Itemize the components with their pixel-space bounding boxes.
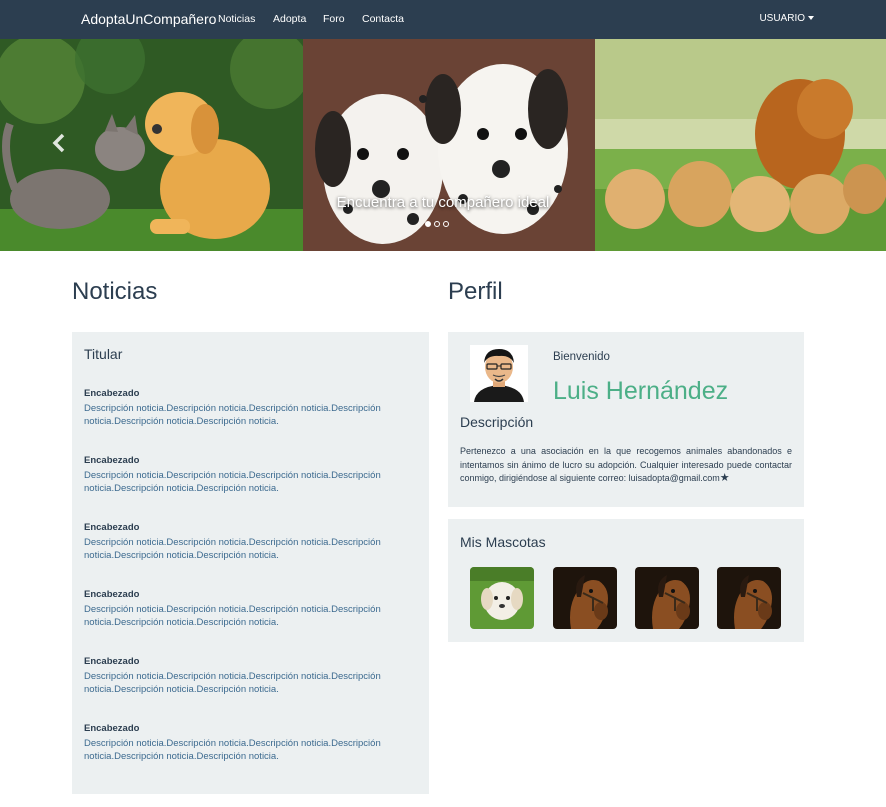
news-item-heading: Encabezado xyxy=(84,589,140,600)
navbar: AdoptaUnCompañero Noticias Adopta Foro C… xyxy=(0,0,886,39)
news-item-description[interactable]: Descripción noticia.Descripción noticia.… xyxy=(84,469,404,495)
chevron-left-icon xyxy=(52,133,65,153)
news-item-description[interactable]: Descripción noticia.Descripción noticia.… xyxy=(84,670,404,696)
horse-image xyxy=(717,567,781,629)
carousel-indicator-1[interactable] xyxy=(425,221,431,227)
nav-link-adopta[interactable]: Adopta xyxy=(273,13,306,25)
profile-section-title: Perfil xyxy=(448,278,503,305)
user-dropdown-label: USUARIO xyxy=(759,13,805,24)
news-item-description[interactable]: Descripción noticia.Descripción noticia.… xyxy=(84,536,404,562)
brand-link[interactable]: AdoptaUnCompañero xyxy=(81,11,216,27)
news-item-description[interactable]: Descripción noticia.Descripción noticia.… xyxy=(84,402,404,428)
nav-link-noticias[interactable]: Noticias xyxy=(218,13,255,25)
news-item: Encabezado Descripción noticia.Descripci… xyxy=(84,656,404,696)
news-item: Encabezado Descripción noticia.Descripci… xyxy=(84,388,404,428)
news-item-heading: Encabezado xyxy=(84,656,140,667)
carousel-slide-cat-puppy xyxy=(0,39,303,251)
carousel-indicator-2[interactable] xyxy=(434,221,440,227)
avatar xyxy=(470,345,528,402)
news-item: Encabezado Descripción noticia.Descripci… xyxy=(84,455,404,495)
user-avatar-illustration xyxy=(470,345,528,402)
carousel-prev-control[interactable] xyxy=(50,131,70,155)
news-section-title: Noticias xyxy=(72,278,158,305)
pet-thumbnail-horse[interactable] xyxy=(553,567,617,629)
pet-thumbnail-puppy[interactable] xyxy=(470,567,534,629)
news-panel: Titular Encabezado Descripción noticia.D… xyxy=(72,332,429,794)
horse-image xyxy=(635,567,699,629)
description-title: Descripción xyxy=(460,414,534,430)
news-item-heading: Encabezado xyxy=(84,455,140,466)
pets-panel: Mis Mascotas xyxy=(448,519,804,642)
news-item-description[interactable]: Descripción noticia.Descripción noticia.… xyxy=(84,737,404,763)
news-item: Encabezado Descripción noticia.Descripci… xyxy=(84,522,404,562)
caret-down-icon xyxy=(808,16,814,21)
welcome-label: Bienvenido xyxy=(553,351,610,363)
carousel-slide-dalmatians xyxy=(303,39,595,251)
news-panel-title: Titular xyxy=(84,346,123,362)
news-item-heading: Encabezado xyxy=(84,723,140,734)
news-item: Encabezado Descripción noticia.Descripci… xyxy=(84,589,404,629)
description-text: Pertenezco a una asociación en la que re… xyxy=(460,445,792,486)
carousel-indicators xyxy=(425,221,449,227)
user-dropdown[interactable]: USUARIO xyxy=(759,13,814,24)
pet-thumbnail-horse[interactable] xyxy=(635,567,699,629)
news-item-description[interactable]: Descripción noticia.Descripción noticia.… xyxy=(84,603,404,629)
news-item-heading: Encabezado xyxy=(84,388,140,399)
pets-title: Mis Mascotas xyxy=(460,534,546,550)
user-name: Luis Hernández xyxy=(553,377,729,405)
carousel-indicator-3[interactable] xyxy=(443,221,449,227)
nav-link-foro[interactable]: Foro xyxy=(323,13,345,25)
carousel-slide-golden-retrievers xyxy=(595,39,886,251)
pet-thumbnail-horse[interactable] xyxy=(717,567,781,629)
description-body: Pertenezco a una asociación en la que re… xyxy=(460,446,792,483)
carousel-caption: Encuentra a tu compañero ideal xyxy=(336,194,550,211)
profile-panel: Bienvenido Luis Hernández Descripción Pe… xyxy=(448,332,804,507)
news-item: Encabezado Descripción noticia.Descripci… xyxy=(84,723,404,763)
nav-link-contacta[interactable]: Contacta xyxy=(362,13,404,25)
news-item-heading: Encabezado xyxy=(84,522,140,533)
white-puppy-image xyxy=(470,567,534,629)
image-carousel[interactable]: Encuentra a tu compañero ideal xyxy=(0,39,886,251)
horse-image xyxy=(553,567,617,629)
star-icon: ★ xyxy=(719,472,730,484)
